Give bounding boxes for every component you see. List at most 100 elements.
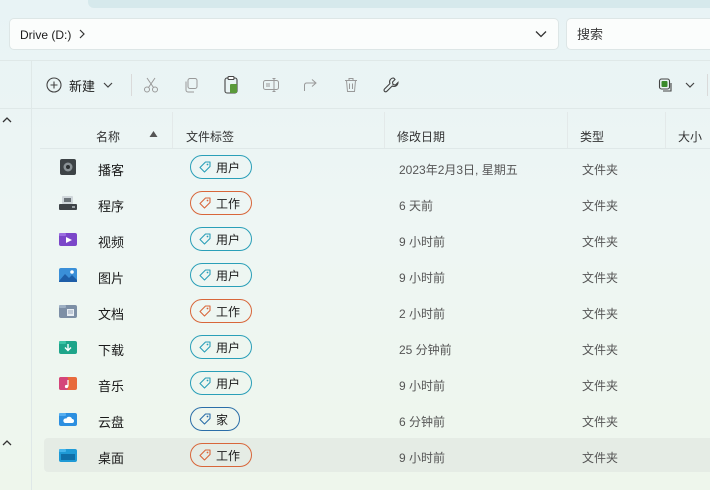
file-row[interactable]: 云盘 家 6 分钟前 文件夹 <box>44 402 710 436</box>
tag-icon <box>199 197 211 209</box>
modified-date: 2 小时前 <box>399 307 446 321</box>
tag-icon <box>199 305 211 317</box>
copy-button[interactable] <box>178 72 204 98</box>
tag-label: 用户 <box>216 376 241 391</box>
tab-strip <box>88 0 710 8</box>
tag-icon <box>199 161 211 173</box>
select-mode-button[interactable] <box>658 72 696 98</box>
tag-label: 用户 <box>216 160 241 175</box>
breadcrumb-drive[interactable]: Drive (D:) <box>20 28 71 42</box>
tag-badge[interactable]: 家 <box>190 407 240 431</box>
tag-icon <box>199 413 211 425</box>
delete-button[interactable] <box>338 72 364 98</box>
file-type: 文件夹 <box>582 343 619 357</box>
toolbar-separator <box>707 74 708 96</box>
file-name: 音乐 <box>98 379 125 394</box>
chevron-down-icon <box>685 82 695 88</box>
search-box[interactable] <box>566 18 710 50</box>
tag-label: 用户 <box>216 268 241 283</box>
column-header-name[interactable]: 名称 <box>96 128 120 145</box>
file-row[interactable]: 程序 工作 6 天前 文件夹 <box>44 186 710 220</box>
file-row[interactable]: 图片 用户 9 小时前 文件夹 <box>44 258 710 292</box>
copy-icon <box>185 78 198 93</box>
file-name: 程序 <box>98 199 125 214</box>
tag-icon <box>199 449 211 461</box>
modified-date: 6 分钟前 <box>399 415 446 429</box>
tag-badge[interactable]: 工作 <box>190 299 252 323</box>
new-button[interactable]: 新建 <box>46 72 114 98</box>
tag-badge[interactable]: 工作 <box>190 191 252 215</box>
nav-pane-divider <box>31 60 32 490</box>
tag-label: 家 <box>216 412 229 427</box>
column-header-size[interactable]: 大小 <box>678 128 702 145</box>
modified-date: 9 小时前 <box>399 379 446 393</box>
file-type: 文件夹 <box>582 379 619 393</box>
column-header-modified[interactable]: 修改日期 <box>397 128 445 145</box>
tag-badge[interactable]: 工作 <box>190 443 252 467</box>
chevron-right-icon[interactable] <box>77 28 87 40</box>
tag-icon <box>199 269 211 281</box>
column-separator[interactable] <box>567 112 568 148</box>
address-bar[interactable]: Drive (D:) <box>9 18 559 50</box>
column-header-type[interactable]: 类型 <box>580 128 604 145</box>
properties-button[interactable] <box>378 72 404 98</box>
tag-label: 用户 <box>216 340 241 355</box>
modified-date: 25 分钟前 <box>399 343 452 357</box>
column-separator[interactable] <box>384 112 385 148</box>
file-row[interactable]: 桌面 工作 9 小时前 文件夹 <box>44 438 710 472</box>
trash-icon <box>345 78 357 92</box>
tag-label: 用户 <box>216 232 241 247</box>
rename-button[interactable] <box>258 72 284 98</box>
file-name: 云盘 <box>98 415 125 430</box>
file-row[interactable]: 下载 用户 25 分钟前 文件夹 <box>44 330 710 364</box>
file-name: 图片 <box>98 271 125 286</box>
tag-badge[interactable]: 用户 <box>190 227 252 251</box>
file-row[interactable]: 音乐 用户 9 小时前 文件夹 <box>44 366 710 400</box>
toolbar-separator <box>131 74 132 96</box>
plus-circle-icon <box>46 77 62 93</box>
tag-label: 工作 <box>216 448 241 463</box>
tag-badge[interactable]: 用户 <box>190 335 252 359</box>
file-type: 文件夹 <box>582 271 619 285</box>
tag-icon <box>199 377 211 389</box>
file-row[interactable]: 文档 工作 2 小时前 文件夹 <box>44 294 710 328</box>
column-header-tags[interactable]: 文件标签 <box>186 128 234 145</box>
chevron-down-icon[interactable] <box>534 27 548 41</box>
tag-badge[interactable]: 用户 <box>190 263 252 287</box>
tag-label: 工作 <box>216 304 241 319</box>
file-row[interactable]: 视频 用户 9 小时前 文件夹 <box>44 222 710 256</box>
chevron-up-icon[interactable] <box>1 437 13 449</box>
chevron-up-icon[interactable] <box>1 114 13 126</box>
tag-label: 工作 <box>216 196 241 211</box>
paste-button[interactable] <box>218 72 244 98</box>
column-separator[interactable] <box>665 112 666 148</box>
chevron-down-icon <box>103 82 113 88</box>
search-input[interactable] <box>577 27 697 42</box>
modified-date: 9 小时前 <box>399 271 446 285</box>
modified-date: 2023年2月3日, 星期五 <box>399 163 518 177</box>
paste-icon <box>224 75 238 94</box>
modified-date: 9 小时前 <box>399 235 446 249</box>
sort-ascending-icon[interactable] <box>149 130 158 138</box>
checkbox-list-icon <box>658 78 672 92</box>
cut-button[interactable] <box>138 72 164 98</box>
rename-icon <box>263 78 279 92</box>
file-type: 文件夹 <box>582 163 619 177</box>
column-separator[interactable] <box>172 112 173 148</box>
scissors-icon <box>144 77 158 93</box>
file-type: 文件夹 <box>582 451 619 465</box>
tag-badge[interactable]: 用户 <box>190 371 252 395</box>
file-name: 文档 <box>98 307 125 322</box>
file-name: 下载 <box>98 343 125 358</box>
file-name: 播客 <box>98 163 125 178</box>
file-type: 文件夹 <box>582 199 619 213</box>
divider <box>0 108 710 109</box>
file-type: 文件夹 <box>582 307 619 321</box>
tag-icon <box>199 233 211 245</box>
file-row[interactable]: 播客 用户 2023年2月3日, 星期五 文件夹 <box>44 150 710 184</box>
share-icon <box>304 79 317 91</box>
tag-badge[interactable]: 用户 <box>190 155 252 179</box>
share-button[interactable] <box>298 72 324 98</box>
tag-icon <box>199 341 211 353</box>
file-type: 文件夹 <box>582 415 619 429</box>
